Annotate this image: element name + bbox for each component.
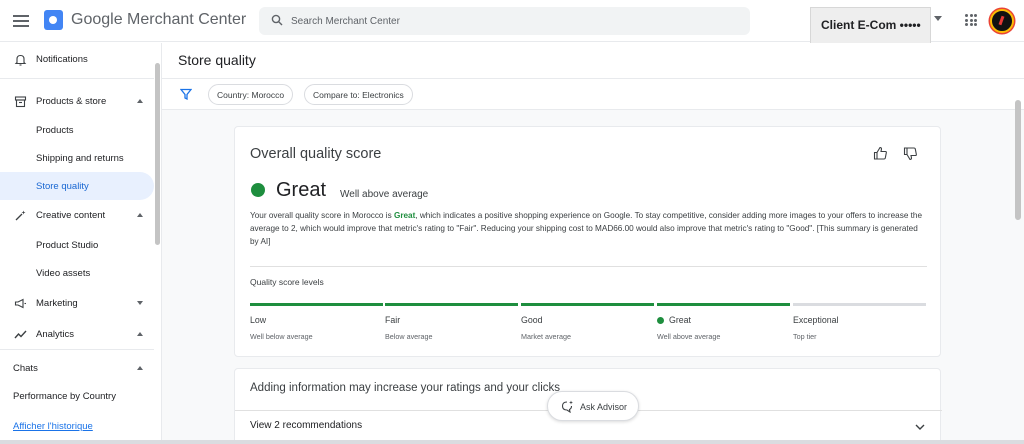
top-bar: Google Merchant Center Client E-Com ••••… xyxy=(0,0,1024,52)
sidebar-item-history-link[interactable]: Afficher l'historique xyxy=(0,412,154,440)
sidebar-divider xyxy=(0,349,154,350)
advisor-sparkle-icon xyxy=(561,400,573,413)
card-divider xyxy=(250,266,927,267)
chevron-down-icon[interactable] xyxy=(915,422,925,432)
filter-bar: Country: Morocco Compare to: Electronics xyxy=(162,79,1024,110)
sidebar-item-products-store[interactable]: Products & store xyxy=(0,87,154,115)
sidebar-item-label: Product Studio xyxy=(36,239,99,251)
quality-score-card: Overall quality score Great Well above a… xyxy=(234,126,941,357)
history-link[interactable]: Afficher l'historique xyxy=(13,421,93,432)
level-good: Good Market average xyxy=(521,303,654,341)
main-scrollbar[interactable] xyxy=(1015,100,1021,220)
page-header: Store quality xyxy=(162,43,1024,79)
country-filter-chip[interactable]: Country: Morocco xyxy=(208,84,294,105)
thumbs-down-icon[interactable] xyxy=(903,146,918,161)
magic-wand-icon xyxy=(15,210,26,220)
sidebar-item-store-quality[interactable]: Store quality xyxy=(0,172,154,200)
sidebar-item-label: Notifications xyxy=(36,53,88,65)
thumbs-up-icon[interactable] xyxy=(873,146,888,161)
sidebar-item-creative-content[interactable]: Creative content xyxy=(0,201,154,229)
sidebar-item-analytics[interactable]: Analytics xyxy=(0,320,154,348)
chevron-up-icon xyxy=(137,99,143,103)
avatar[interactable] xyxy=(990,9,1014,33)
sidebar-item-label: Performance by Country xyxy=(13,390,116,402)
megaphone-icon xyxy=(14,298,26,308)
score-label: Great xyxy=(276,179,327,201)
compare-filter-chip[interactable]: Compare to: Electronics xyxy=(304,84,413,105)
score-subtitle: Well above average xyxy=(340,189,429,200)
sidebar-divider xyxy=(0,78,154,79)
levels-title: Quality score levels xyxy=(250,277,324,287)
menu-icon[interactable] xyxy=(10,10,32,32)
ask-advisor-button[interactable]: Ask Advisor xyxy=(547,391,639,421)
merchant-center-logo[interactable] xyxy=(44,10,63,30)
sidebar-item-label: Chats xyxy=(13,362,38,374)
search-icon xyxy=(271,14,283,26)
ai-summary: Your overall quality score in Morocco is… xyxy=(250,211,923,246)
score-status-dot xyxy=(251,183,265,197)
sidebar-item-notifications[interactable]: Notifications xyxy=(0,45,154,73)
storefront-icon xyxy=(14,95,27,107)
sidebar-item-label: Shipping and returns xyxy=(36,152,124,164)
apps-grid-icon[interactable] xyxy=(965,14,977,26)
sidebar-scrollbar[interactable] xyxy=(155,63,160,245)
bell-icon xyxy=(14,54,27,66)
sidebar-item-label: Creative content xyxy=(36,209,106,221)
main-content: Store quality Country: Morocco Compare t… xyxy=(161,43,1024,444)
sidebar-item-label: Analytics xyxy=(36,328,75,340)
sidebar-item-shipping[interactable]: Shipping and returns xyxy=(0,144,154,172)
page-title: Store quality xyxy=(178,52,256,68)
card-title: Adding information may increase your rat… xyxy=(250,382,561,394)
view-recommendations-button[interactable]: View 2 recommendations xyxy=(250,420,362,431)
sidebar-item-products[interactable]: Products xyxy=(0,116,154,144)
sidebar-item-marketing[interactable]: Marketing xyxy=(0,289,154,317)
chevron-up-icon xyxy=(137,366,143,370)
sidebar: Notifications Products & store Products … xyxy=(0,43,160,444)
trend-icon xyxy=(14,330,27,338)
current-level-dot xyxy=(657,317,664,324)
ask-advisor-label: Ask Advisor xyxy=(580,402,628,412)
sidebar-item-chats[interactable]: Chats xyxy=(0,354,154,382)
search-bar[interactable] xyxy=(259,7,750,35)
filter-icon[interactable] xyxy=(180,88,192,100)
level-exceptional: Exceptional Top tier xyxy=(793,303,926,341)
sidebar-item-product-studio[interactable]: Product Studio xyxy=(0,231,154,259)
chevron-up-icon xyxy=(137,213,143,217)
level-fair: Fair Below average xyxy=(385,303,518,341)
level-low: Low Well below average xyxy=(250,303,383,341)
sidebar-item-label: Video assets xyxy=(36,267,91,279)
sidebar-item-label: Products xyxy=(36,124,74,136)
chevron-up-icon xyxy=(137,332,143,336)
app-title: Google Merchant Center xyxy=(71,11,247,28)
bottom-scrollbar-track xyxy=(0,440,1024,444)
sidebar-item-performance-country[interactable]: Performance by Country xyxy=(0,382,154,410)
level-great: Great Well above average xyxy=(657,303,790,341)
chevron-down-icon xyxy=(137,301,143,305)
sidebar-item-label: Store quality xyxy=(36,180,89,192)
sidebar-item-video-assets[interactable]: Video assets xyxy=(0,259,154,287)
account-dropdown-icon[interactable] xyxy=(934,16,942,21)
sidebar-item-label: Products & store xyxy=(36,95,107,107)
sidebar-item-label: Marketing xyxy=(36,297,78,309)
card-title: Overall quality score xyxy=(250,146,382,162)
search-input[interactable] xyxy=(291,7,731,35)
